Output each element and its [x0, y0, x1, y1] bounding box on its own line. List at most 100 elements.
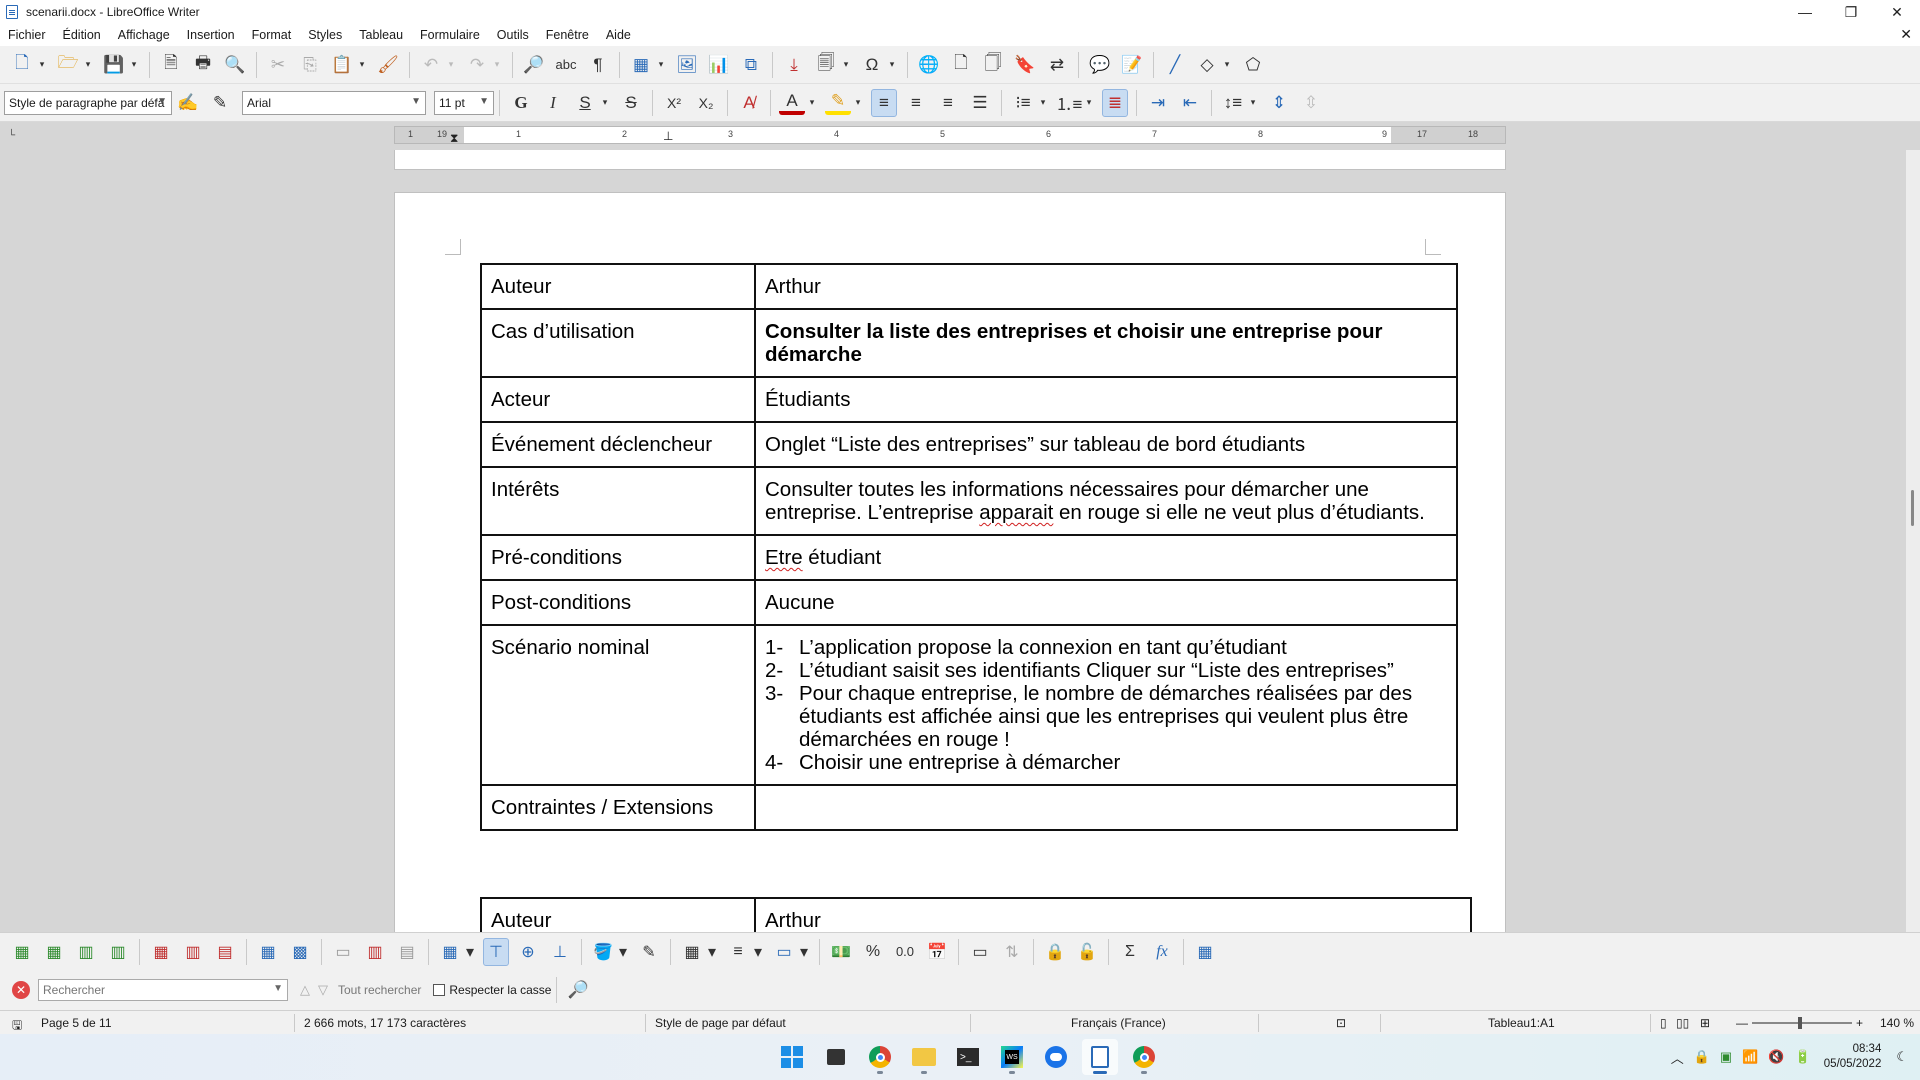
security-icon[interactable]: 🔒	[1694, 1049, 1710, 1065]
table-cell-value[interactable]: Aucune	[754, 579, 1458, 626]
background-dropdown-icon[interactable]: ▾	[616, 938, 630, 966]
justify-icon[interactable]: ☰	[967, 89, 993, 117]
table-cell-value[interactable]: Onglet “Liste des entreprises” sur table…	[754, 421, 1458, 468]
protect-cells-icon[interactable]: 🔒	[1042, 938, 1068, 966]
align-left-icon[interactable]: ≡	[871, 88, 897, 117]
language-indicator[interactable]: Français (France)	[1071, 1016, 1166, 1030]
select-cell-icon[interactable]: ▦	[255, 938, 281, 966]
numbered-list-icon[interactable]: ⒈≡	[1056, 89, 1083, 117]
split-table-icon[interactable]: ▤	[394, 938, 420, 966]
restore-button[interactable]: ❐	[1828, 0, 1874, 24]
open-folder-icon[interactable]: 🗁	[55, 51, 81, 79]
bullet-list-icon[interactable]: ⁝≡	[1010, 89, 1036, 117]
special-char-dropdown-icon[interactable]: ▾	[885, 51, 899, 79]
underline-dropdown-icon[interactable]: ▾	[598, 89, 612, 117]
shapes-dropdown-icon[interactable]: ▾	[1220, 51, 1234, 79]
merge-cells-icon[interactable]: ▭	[330, 938, 356, 966]
chrome-taskbar-button[interactable]	[862, 1039, 898, 1075]
line-spacing-dropdown-icon[interactable]: ▾	[1246, 89, 1260, 117]
match-case-checkbox[interactable]	[433, 984, 446, 996]
strikethrough-button[interactable]: S	[618, 89, 644, 117]
hyperlink-icon[interactable]: 🌐	[916, 51, 942, 79]
table-cell-label[interactable]: Événement déclencheur	[480, 421, 756, 468]
track-changes-icon[interactable]: 📝	[1119, 51, 1145, 79]
zoom-in-icon[interactable]: +	[1856, 1016, 1863, 1030]
new-document-icon[interactable]: 🗋	[9, 51, 35, 79]
align-bottom-icon[interactable]: ⊥	[547, 938, 573, 966]
endnote-icon[interactable]: 🗍	[980, 51, 1006, 79]
border-color-dropdown-icon[interactable]: ▾	[797, 938, 811, 966]
number-format-decimal-icon[interactable]: 0.0	[892, 938, 918, 966]
close-document-icon[interactable]: ✕	[1900, 26, 1912, 43]
insert-field-icon[interactable]: 🗐	[813, 51, 839, 79]
file-explorer-button[interactable]	[906, 1039, 942, 1075]
align-right-icon[interactable]: ≡	[935, 89, 961, 117]
table-cell-label[interactable]: Cas d’utilisation	[480, 308, 756, 378]
zoom-out-icon[interactable]: —	[1736, 1016, 1748, 1030]
table-cell-label[interactable]: Scénario nominal	[480, 624, 756, 786]
highlight-color-icon[interactable]: ✎	[825, 91, 851, 115]
borders-icon[interactable]: ▦	[679, 938, 705, 966]
insert-rows-above-icon[interactable]: ▦	[9, 938, 35, 966]
find-next-icon[interactable]: ▽	[318, 982, 328, 998]
table-cell-background-icon[interactable]: 🪣	[590, 938, 616, 966]
indent-marker-icon[interactable]: ⧗	[450, 131, 458, 146]
menu-tableau[interactable]: Tableau	[351, 28, 412, 42]
table-cell-label[interactable]: Post-conditions	[480, 579, 756, 626]
table-properties-icon[interactable]: ▦	[1192, 938, 1218, 966]
undo-icon[interactable]: ↶	[418, 51, 444, 79]
book-view-icon[interactable]: ⊞	[1700, 1016, 1710, 1030]
scrollbar-thumb[interactable]	[1911, 490, 1914, 526]
chat-app-button[interactable]	[1038, 1039, 1074, 1075]
bookmark-icon[interactable]: 🔖	[1012, 51, 1038, 79]
insert-image-icon[interactable]: 🖼	[674, 51, 700, 79]
search-input[interactable]	[39, 980, 259, 1000]
no-list-icon[interactable]: ≣	[1102, 88, 1128, 117]
field-dropdown-icon[interactable]: ▾	[839, 51, 853, 79]
table-cell-label[interactable]: Contraintes / Extensions	[480, 784, 756, 831]
new-dropdown-icon[interactable]: ▾	[35, 51, 49, 79]
export-pdf-icon[interactable]: 🗎	[158, 51, 184, 79]
table-cell-value[interactable]: Étudiants	[754, 376, 1458, 423]
center-vertically-icon[interactable]: ⊕	[515, 938, 541, 966]
zoom-level[interactable]: 140 %	[1880, 1016, 1914, 1030]
battery-icon[interactable]: 🔋	[1795, 1049, 1811, 1065]
decrease-indent-icon[interactable]: ⇤	[1177, 89, 1203, 117]
optimize-dropdown-icon[interactable]: ▾	[463, 938, 477, 966]
menu-aide[interactable]: Aide	[598, 28, 640, 42]
close-window-button[interactable]: ✕	[1874, 0, 1920, 24]
menu-insertion[interactable]: Insertion	[179, 28, 244, 42]
clear-formatting-icon[interactable]: A̸	[736, 89, 762, 117]
update-style-icon[interactable]: ✍	[175, 89, 201, 117]
font-color-icon[interactable]: A	[779, 91, 805, 115]
draw-functions-icon[interactable]: ⬠	[1240, 51, 1266, 79]
multi-page-view-icon[interactable]: ▯▯	[1676, 1016, 1689, 1030]
new-style-icon[interactable]: ✎	[207, 89, 233, 117]
split-cells-icon[interactable]: ▥	[362, 938, 388, 966]
single-page-view-icon[interactable]: ▯	[1660, 1016, 1667, 1030]
line-spacing-icon[interactable]: ↕≡	[1220, 89, 1246, 117]
delete-rows-icon[interactable]: ▦	[148, 938, 174, 966]
page-style[interactable]: Style de page par défaut	[655, 1016, 786, 1030]
italic-button[interactable]: I	[540, 89, 566, 117]
table-cell-value[interactable]	[754, 784, 1458, 831]
menu-formulaire[interactable]: Formulaire	[412, 28, 489, 42]
table-cell-label[interactable]: Auteur	[480, 263, 756, 310]
insert-columns-before-icon[interactable]: ▥	[73, 938, 99, 966]
formatting-marks-icon[interactable]: ¶	[585, 51, 611, 79]
insert-caption-icon[interactable]: ▭	[967, 938, 993, 966]
paste-dropdown-icon[interactable]: ▾	[355, 51, 369, 79]
nvidia-icon[interactable]: ▣	[1720, 1049, 1732, 1065]
special-character-icon[interactable]: Ω	[859, 51, 885, 79]
redo-icon[interactable]: ↷	[464, 51, 490, 79]
focus-assist-icon[interactable]: ☾	[1896, 1049, 1908, 1065]
use-case-table[interactable]: Auteur Arthur	[480, 897, 1472, 932]
insert-rows-below-icon[interactable]: ▦	[41, 938, 67, 966]
print-icon[interactable]: 🖶	[190, 51, 216, 79]
formula-icon[interactable]: fx	[1149, 938, 1175, 966]
table-cell-label[interactable]: Pré-conditions	[480, 534, 756, 581]
find-replace-icon[interactable]: 🔎	[565, 976, 591, 1004]
zoom-slider[interactable]	[1752, 1017, 1852, 1029]
menu-affichage[interactable]: Affichage	[110, 28, 179, 42]
redo-dropdown-icon[interactable]: ▾	[490, 51, 504, 79]
